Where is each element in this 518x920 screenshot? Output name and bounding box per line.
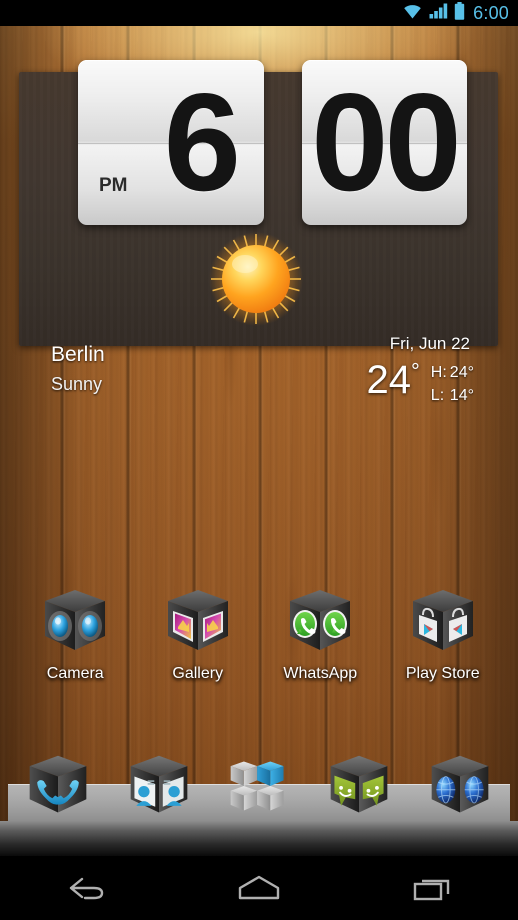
home-icon: [238, 875, 280, 900]
app-icon-whatsapp[interactable]: WhatsApp: [268, 586, 372, 683]
degree-symbol: °: [410, 358, 420, 384]
sun-icon: [208, 231, 304, 327]
browser-icon: [431, 755, 489, 812]
app-grid: Camera Gallery WhatsApp Play Store: [0, 586, 518, 701]
dock-item-contacts[interactable]: [125, 752, 193, 825]
contacts-icon: [130, 755, 187, 812]
dock-item-app-drawer[interactable]: [225, 752, 293, 825]
weather-high-low: H: 24° L: 14°: [431, 360, 474, 405]
clock-minute-digits: 00: [311, 65, 462, 220]
dock-item-browser[interactable]: [426, 752, 494, 825]
status-bar[interactable]: 6:00: [0, 0, 518, 26]
clock-hour-tile[interactable]: PM 6: [78, 60, 264, 225]
back-button[interactable]: [30, 856, 142, 920]
weather-temperature: 24°: [366, 360, 419, 400]
status-bar-clock: 6:00: [473, 2, 509, 23]
wifi-icon: [402, 2, 423, 24]
dock-item-phone[interactable]: [24, 752, 92, 825]
dock-shelf-front: [0, 821, 518, 856]
whatsapp-icon: [290, 590, 351, 650]
app-label-gallery: Gallery: [172, 665, 224, 682]
clock-minute-tile[interactable]: 00: [302, 60, 467, 225]
clock-meridiem: PM: [99, 175, 128, 196]
app-label-whatsapp: WhatsApp: [283, 665, 358, 682]
weather-high-key: H:: [430, 364, 447, 381]
battery-icon: [454, 1, 465, 25]
weather-condition: Sunny: [51, 374, 103, 394]
messaging-icon: [331, 755, 388, 812]
phone-icon: [29, 755, 87, 812]
app-label-camera: Camera: [46, 665, 104, 682]
app-icon-play-store[interactable]: Play Store: [391, 586, 495, 683]
gallery-icon: [167, 590, 228, 650]
recents-icon: [413, 879, 449, 901]
recents-button[interactable]: [376, 856, 488, 920]
home-button[interactable]: [203, 856, 315, 920]
weather-low: L: 14°: [431, 387, 474, 405]
weather-high: H: 24°: [431, 364, 474, 382]
weather-high-value: 24°: [449, 364, 474, 381]
android-home-screen: 6:00 PM 6 00 Berlin Sunny Fri, Jun 22 24…: [0, 0, 518, 920]
play-store-icon: [412, 590, 473, 650]
app-label-play-store: Play Store: [405, 665, 480, 682]
back-arrow-icon: [70, 877, 104, 900]
dock: [0, 752, 518, 824]
app-icon-gallery[interactable]: Gallery: [146, 586, 250, 683]
camera-icon: [45, 590, 106, 650]
weather-date: Fri, Jun 22: [389, 334, 470, 353]
dock-item-messaging[interactable]: [325, 752, 393, 825]
weather-low-value: 14°: [449, 387, 474, 404]
weather-temperature-group: 24° H: 24° L: 14°: [366, 360, 474, 405]
weather-low-key: L:: [430, 387, 445, 404]
cellular-signal-icon: [429, 2, 448, 24]
app-icon-camera[interactable]: Camera: [23, 586, 127, 683]
app-drawer-icon: [230, 760, 284, 811]
weather-temperature-value: 24: [366, 358, 411, 402]
weather-city: Berlin: [51, 343, 105, 366]
clock-hour-digits: 6: [163, 65, 241, 220]
navigation-bar: [0, 856, 518, 920]
